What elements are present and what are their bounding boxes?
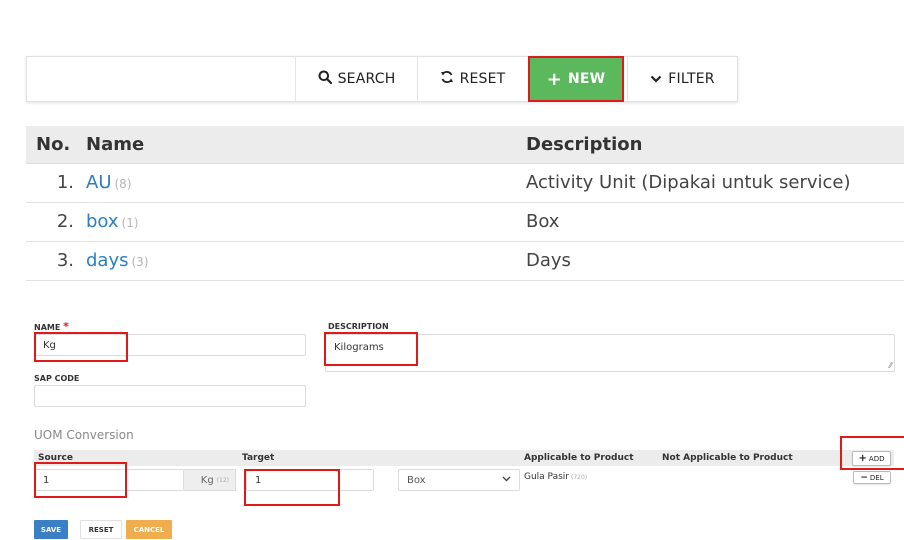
sap-code-input[interactable] <box>34 385 306 407</box>
uom-count: (1) <box>121 216 139 230</box>
source-unit-count: (12) <box>216 476 229 484</box>
save-button[interactable]: SAVE <box>34 520 68 539</box>
source-unit-addon: Kg (12) <box>184 469 236 491</box>
target-unit-value: Box <box>407 474 426 486</box>
uom-conversion-title: UOM Conversion <box>34 428 134 442</box>
applicable-product: Gula Pasir (720) <box>524 472 587 482</box>
plus-icon: + <box>546 68 562 90</box>
column-header-no: No. <box>26 126 82 164</box>
search-button-label: SEARCH <box>337 71 396 87</box>
name-input-value: Kg <box>43 339 56 351</box>
row-description: Activity Unit (Dipakai untuk service) <box>526 163 904 203</box>
refresh-icon <box>440 70 454 88</box>
filter-button-label: FILTER <box>668 71 715 87</box>
name-label-text: NAME <box>34 323 61 332</box>
row-number: 1. <box>26 163 82 203</box>
name-label: NAME * <box>34 320 69 333</box>
uom-name-link[interactable]: AU <box>86 172 112 193</box>
table-row: 3. days (3) Days <box>26 241 904 281</box>
add-conversion-button[interactable]: + ADD <box>852 451 891 466</box>
target-unit-select[interactable]: Box <box>398 469 520 491</box>
column-header-description: Description <box>526 126 904 164</box>
row-description: Days <box>526 241 904 281</box>
row-name: AU (8) <box>82 163 526 203</box>
product-name: Gula Pasir <box>524 472 569 482</box>
row-number: 3. <box>26 241 82 281</box>
conversion-header-row: Source Target Applicable to Product Not … <box>34 450 894 466</box>
chevron-down-icon <box>650 70 662 88</box>
row-name: box (1) <box>82 202 526 242</box>
description-value: Kilograms <box>334 342 384 353</box>
source-quantity-input[interactable]: 1 <box>34 469 184 491</box>
reset-button-label: RESET <box>459 71 506 87</box>
row-description: Box <box>526 202 904 242</box>
plus-icon: + <box>858 453 867 464</box>
column-header-not-applicable: Not Applicable to Product <box>662 453 793 463</box>
column-header-name: Name <box>82 126 526 164</box>
required-mark: * <box>63 320 69 333</box>
uom-name-link[interactable]: days <box>86 250 129 271</box>
search-icon <box>318 70 332 88</box>
name-input[interactable]: Kg <box>34 334 306 356</box>
form-reset-button[interactable]: RESET <box>80 520 122 539</box>
resize-handle-icon[interactable]: ⁄⁄ <box>889 361 892 370</box>
source-unit: Kg <box>200 474 214 486</box>
uom-count: (3) <box>131 255 149 269</box>
uom-name-link[interactable]: box <box>86 211 119 232</box>
search-button[interactable]: SEARCH <box>295 57 417 101</box>
sap-code-label: SAP CODE <box>34 374 80 383</box>
filter-button[interactable]: FILTER <box>627 57 737 101</box>
delete-conversion-button[interactable]: − DEL <box>853 471 891 484</box>
target-quantity-input[interactable]: 1 <box>246 469 374 491</box>
cancel-button[interactable]: CANCEL <box>126 520 172 539</box>
del-button-label: DEL <box>869 473 884 482</box>
target-quantity-value: 1 <box>255 474 262 486</box>
new-button-label: NEW <box>567 71 606 87</box>
column-header-applicable: Applicable to Product <box>524 453 634 463</box>
row-name: days (3) <box>82 241 526 281</box>
chevron-down-icon <box>502 475 511 485</box>
reset-button[interactable]: RESET <box>417 57 527 101</box>
description-textarea[interactable]: Kilograms ⁄⁄ <box>325 334 895 372</box>
add-button-label: ADD <box>868 454 885 463</box>
table-header-row: No. Name Description <box>26 126 904 164</box>
uom-count: (8) <box>114 177 132 191</box>
new-button[interactable]: + NEW <box>529 57 623 101</box>
column-header-target: Target <box>242 453 275 463</box>
uom-table: No. Name Description 1. AU (8) Activity U… <box>26 126 904 281</box>
table-row: 1. AU (8) Activity Unit (Dipakai untuk se… <box>26 163 904 203</box>
minus-icon: − <box>860 472 868 483</box>
row-number: 2. <box>26 202 82 242</box>
table-row: 2. box (1) Box <box>26 202 904 242</box>
source-quantity-value: 1 <box>43 474 50 486</box>
product-count: (720) <box>570 474 588 481</box>
description-label: DESCRIPTION <box>328 322 389 331</box>
list-toolbar: SEARCH RESET + NEW FILTER <box>26 56 738 102</box>
column-header-source: Source <box>38 453 73 463</box>
